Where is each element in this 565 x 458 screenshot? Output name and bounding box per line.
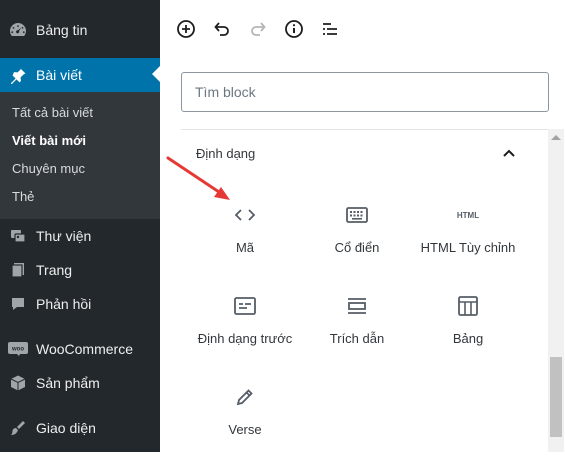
submenu-add-new[interactable]: Viết bài mới [12,133,86,148]
sidebar-item-label: Sản phẩm [36,375,100,391]
woo-badge-text: woo [11,347,24,353]
sidebar-item-products[interactable]: Sản phẩm [0,366,160,400]
submenu-categories[interactable]: Chuyên mục [12,161,85,176]
pencil-icon [235,384,255,410]
redo-button[interactable] [245,16,271,42]
sidebar-item-woocommerce[interactable]: woo WooCommerce [0,332,160,366]
sidebar-item-label: Bài viết [36,67,82,83]
woocommerce-icon: woo [0,342,36,356]
sidebar-item-label: Phản hồi [36,296,92,312]
block-item-preformatted[interactable]: Định dạng trước [190,287,300,367]
html-icon-text: HTML [457,211,479,220]
block-item-table[interactable]: Bảng [413,287,523,367]
submenu-all-posts[interactable]: Tất cả bài viết [12,105,93,120]
block-item-code[interactable]: Mã [190,196,300,276]
block-label: HTML Tùy chỉnh [420,240,516,255]
sidebar-item-pages[interactable]: Trang [0,253,160,287]
scroll-up-arrow-icon[interactable] [551,135,561,140]
pages-icon [0,261,36,279]
products-icon [0,374,36,392]
chevron-up-icon [502,145,516,163]
section-collapse-button[interactable] [498,144,520,164]
outline-icon [320,19,340,39]
undo-icon [212,19,232,39]
block-item-pullquote[interactable]: Trích dẫn [302,287,412,367]
sidebar-item-label: Bảng tin [36,22,88,38]
info-button[interactable] [281,16,307,42]
block-item-custom-html[interactable]: HTML HTML Tùy chỉnh [413,196,523,276]
block-label: Cổ điển [334,240,380,255]
table-icon [458,293,478,319]
block-label: Định dạng trước [197,331,293,346]
block-label: Mã [235,240,255,255]
scrollbar-thumb[interactable] [550,357,562,437]
pullquote-icon [346,293,368,319]
sidebar-item-label: Thư viện [36,228,92,244]
outline-button[interactable] [317,16,343,42]
block-item-classic[interactable]: Cổ điển [302,196,412,276]
sidebar-item-posts[interactable]: Bài viết [0,58,160,92]
posts-submenu: Tất cả bài viết Viết bài mới Chuyên mục … [0,92,160,219]
sidebar-item-comments[interactable]: Phản hồi [0,287,160,321]
add-block-icon [176,19,196,39]
sidebar-item-label: Giao diện [36,420,96,436]
keyboard-icon [346,202,368,228]
block-label: Trích dẫn [329,331,385,346]
sidebar-item-label: WooCommerce [36,341,133,357]
submenu-tags[interactable]: Thẻ [12,189,34,204]
undo-button[interactable] [209,16,235,42]
redo-icon [248,19,268,39]
comments-icon [0,295,36,313]
sidebar-item-media[interactable]: Thư viện [0,219,160,253]
pushpin-icon [0,66,36,84]
panel-divider [181,129,549,130]
appearance-icon [0,419,36,437]
media-icon [0,227,36,245]
admin-sidebar: Bảng tin Bài viết Tất cả bài viết Viết b… [0,0,160,452]
html-icon: HTML [453,202,483,228]
code-icon [233,202,257,228]
block-label: Bảng [452,331,484,346]
sidebar-item-appearance[interactable]: Giao diện [0,411,160,445]
add-block-button[interactable] [173,16,199,42]
block-search-input[interactable] [181,72,549,112]
sidebar-item-label: Trang [36,262,73,278]
sidebar-item-dashboard[interactable]: Bảng tin [0,13,160,47]
dashboard-icon [0,21,36,39]
preformatted-icon [234,293,256,319]
section-title: Định dạng [196,146,256,161]
block-label: Verse [228,422,262,437]
info-icon [284,19,304,39]
block-item-verse[interactable]: Verse [190,378,300,458]
